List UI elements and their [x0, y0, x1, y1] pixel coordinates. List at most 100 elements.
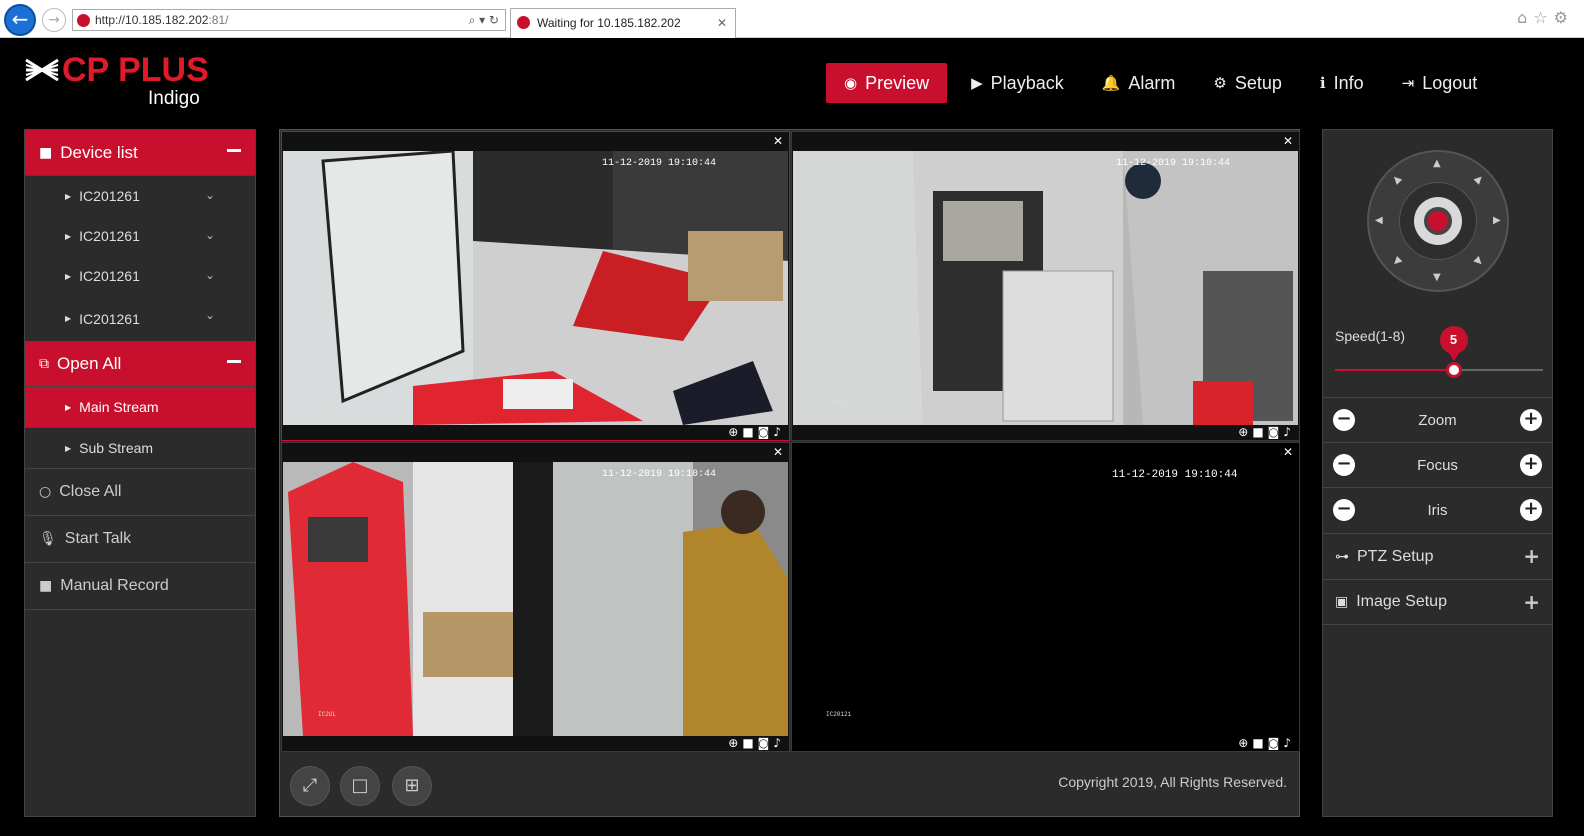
- timestamp: 11-12-2019 19:10:44: [602, 469, 717, 480]
- site-favicon-icon: [77, 14, 90, 27]
- close-icon[interactable]: ✕: [773, 134, 783, 148]
- video-cell[interactable]: ✕ 11-12-2019 19:10:44 IC2UL ⊕■◙♪: [791, 131, 1300, 441]
- arrow-down-left-icon[interactable]: ▼: [1390, 255, 1403, 268]
- zoom-icon[interactable]: ⊕: [728, 425, 742, 439]
- close-icon[interactable]: ✕: [1283, 134, 1293, 148]
- speed-slider[interactable]: 5: [1335, 326, 1543, 378]
- cell-toolbar[interactable]: ⊕■◙♪: [1238, 425, 1295, 439]
- collapse-icon[interactable]: [227, 360, 241, 363]
- arrow-up-right-icon[interactable]: ▲: [1472, 173, 1485, 186]
- close-all-button[interactable]: ○ Close All: [25, 469, 255, 516]
- arrow-right-icon[interactable]: ▶: [1493, 215, 1501, 226]
- cell-toolbar[interactable]: ⊕■◙♪: [728, 736, 785, 750]
- expand-plus-icon[interactable]: +: [1523, 590, 1540, 614]
- action-label: Close All: [59, 483, 122, 500]
- main-stream-item[interactable]: ▶ Main Stream: [25, 387, 255, 428]
- speed-slider-handle[interactable]: [1445, 362, 1462, 378]
- device-item[interactable]: ▶ IC201261 ⌄: [25, 256, 255, 296]
- video-feed: [793, 462, 1298, 736]
- chevron-down-icon[interactable]: ⌄: [205, 188, 215, 202]
- arrow-down-right-icon[interactable]: ▼: [1472, 255, 1485, 268]
- image-setup-row[interactable]: ▣ Image Setup +: [1323, 579, 1552, 625]
- cell-toolbar[interactable]: ⊕■◙♪: [728, 425, 785, 439]
- tab-close-icon[interactable]: ✕: [717, 9, 727, 37]
- nav-info[interactable]: ℹ Info: [1320, 63, 1364, 103]
- arrow-up-left-icon[interactable]: ▲: [1390, 173, 1403, 186]
- quad-layout-icon[interactable]: ⊞: [392, 766, 432, 806]
- manual-record-button[interactable]: ■ Manual Record: [25, 563, 255, 610]
- arrow-up-icon[interactable]: ▲: [1433, 158, 1441, 169]
- single-layout-icon[interactable]: □: [340, 766, 380, 806]
- audio-icon[interactable]: ♪: [773, 425, 785, 439]
- camera-label: IC2UL: [828, 400, 847, 407]
- zoom-in-button[interactable]: +: [1520, 409, 1542, 431]
- timestamp: 11-12-2019 19:10:44: [1112, 469, 1238, 481]
- video-feed: [793, 151, 1298, 425]
- action-label: Manual Record: [60, 577, 169, 594]
- record-icon[interactable]: ■: [1252, 425, 1267, 439]
- action-label: Start Talk: [64, 530, 132, 547]
- start-talk-button[interactable]: 🎙 Start Talk: [25, 516, 255, 563]
- caret-right-icon: ▶: [65, 231, 72, 241]
- chevron-down-icon[interactable]: ⌄: [205, 268, 215, 282]
- sub-stream-item[interactable]: ▶ Sub Stream: [25, 428, 255, 469]
- camera-snapshot-icon[interactable]: ◙: [758, 425, 774, 439]
- nav-alarm[interactable]: 🔔 Alarm: [1102, 63, 1176, 103]
- browser-tab[interactable]: Waiting for 10.185.182.202 ✕: [510, 8, 736, 38]
- focus-plus-button[interactable]: +: [1520, 454, 1542, 476]
- audio-icon[interactable]: ♪: [1283, 736, 1295, 750]
- record-icon[interactable]: ■: [742, 425, 757, 439]
- audio-icon[interactable]: ♪: [1283, 425, 1295, 439]
- ptz-center-button[interactable]: [1414, 197, 1462, 245]
- close-icon[interactable]: ✕: [1283, 445, 1293, 459]
- camera-snapshot-icon[interactable]: ◙: [1268, 736, 1284, 750]
- collapse-icon[interactable]: [227, 149, 241, 152]
- control-label: Zoom: [1418, 412, 1457, 429]
- microphone-icon: 🎙: [39, 531, 57, 547]
- control-label: Iris: [1427, 502, 1448, 519]
- address-tools-icons[interactable]: ⌕ ▾ ↻: [469, 10, 499, 30]
- video-cell[interactable]: ✕ 11-12-2019 19:10:44 IC2UL ⊕■◙♪: [281, 442, 790, 752]
- camera-snapshot-icon[interactable]: ◙: [758, 736, 774, 750]
- expand-plus-icon[interactable]: +: [1523, 544, 1540, 568]
- back-arrow-icon[interactable]: ←: [4, 4, 36, 36]
- device-list-header[interactable]: ■ Device list: [25, 130, 255, 176]
- nav-preview[interactable]: ◉ Preview: [826, 63, 948, 103]
- url-host: http://10.185.182.202: [95, 13, 209, 27]
- device-item[interactable]: ▶ IC201261 ⌄: [25, 216, 255, 256]
- open-all-header[interactable]: ⧉ Open All: [25, 341, 255, 387]
- zoom-icon[interactable]: ⊕: [728, 736, 742, 750]
- iris-plus-button[interactable]: +: [1520, 499, 1542, 521]
- speed-slider-fill: [1335, 369, 1454, 371]
- zoom-icon[interactable]: ⊕: [1238, 425, 1252, 439]
- caret-right-icon: ▶: [65, 402, 72, 412]
- chevron-down-icon[interactable]: ⌄: [205, 228, 215, 242]
- ptz-direction-wheel[interactable]: ▲ ▼ ◀ ▶ ▲ ▲ ▼ ▼: [1367, 150, 1509, 292]
- chevron-down-icon[interactable]: ⌄: [205, 308, 215, 322]
- ptz-setup-row[interactable]: ⊶ PTZ Setup +: [1323, 533, 1552, 579]
- record-icon[interactable]: ■: [742, 736, 757, 750]
- browser-toolbar-icons[interactable]: ⌂☆⚙: [1517, 8, 1574, 27]
- video-cell[interactable]: ✕ 11-12-2019 19:10:44 IC2UL ⊕■◙♪: [281, 131, 790, 441]
- record-icon[interactable]: ■: [1252, 736, 1267, 750]
- copyright-text: Copyright 2019, All Rights Reserved.: [1058, 774, 1287, 790]
- cell-toolbar[interactable]: ⊕■◙♪: [1238, 736, 1295, 750]
- video-cell[interactable]: ✕ 11-12-2019 19:10:44 IC20121 ⊕■◙♪: [791, 442, 1300, 752]
- camera-snapshot-icon[interactable]: ◙: [1268, 425, 1284, 439]
- nav-logout[interactable]: ⇥ Logout: [1402, 63, 1478, 103]
- fullscreen-icon[interactable]: ⤢: [290, 766, 330, 806]
- nav-setup[interactable]: ⚙ Setup: [1213, 63, 1282, 103]
- close-icon[interactable]: ✕: [773, 445, 783, 459]
- nav-label: Logout: [1422, 72, 1478, 93]
- address-bar[interactable]: http://10.185.182.202:81/ ⌕ ▾ ↻: [72, 9, 506, 31]
- audio-icon[interactable]: ♪: [773, 736, 785, 750]
- device-item[interactable]: ▶ IC201261 ⌄: [25, 296, 255, 341]
- nav-playback[interactable]: ▶ Playback: [971, 63, 1064, 103]
- arrow-down-icon[interactable]: ▼: [1433, 272, 1441, 283]
- main-nav: ◉ Preview ▶ Playback 🔔 Alarm ⚙ Setup ℹ Info ⇥…: [826, 63, 1477, 103]
- brand-logo: CP PLUS Indigo: [24, 52, 214, 112]
- forward-arrow-icon[interactable]: →: [42, 8, 66, 32]
- zoom-icon[interactable]: ⊕: [1238, 736, 1252, 750]
- arrow-left-icon[interactable]: ◀: [1375, 215, 1383, 226]
- device-item[interactable]: ▶ IC201261 ⌄: [25, 176, 255, 216]
